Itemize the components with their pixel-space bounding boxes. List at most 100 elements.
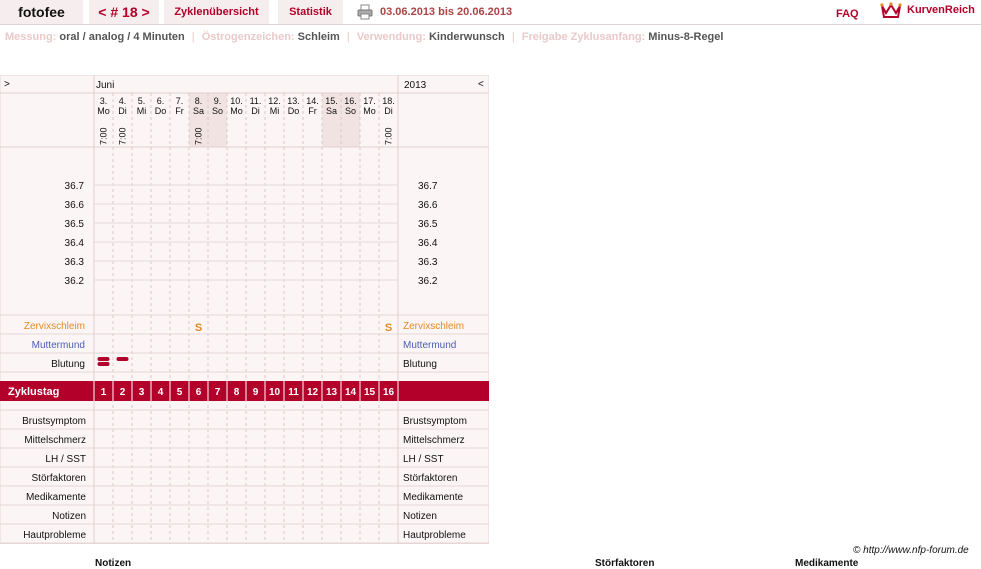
symptom-label-left[interactable]: LH / SST xyxy=(45,454,86,465)
copyright-text: © http://www.nfp-forum.de xyxy=(853,545,969,556)
zervix-label-left: Zervixschleim xyxy=(24,321,85,332)
brand-name[interactable]: fotofee xyxy=(0,0,83,24)
printer-icon[interactable] xyxy=(357,4,373,20)
info-label-verwendung: Verwendung: xyxy=(356,31,426,43)
cycle-day-number: 6 xyxy=(196,387,202,398)
month-label: Juni xyxy=(96,80,114,91)
top-bar: fotofee < # 18 > Zyklenübersicht Statist… xyxy=(0,0,981,25)
day-weekday: Mo xyxy=(97,106,110,116)
blutung-mark xyxy=(116,357,129,361)
temp-label-left: 36.3 xyxy=(65,257,85,268)
temp-label-right: 36.6 xyxy=(418,200,438,211)
blutung-mark xyxy=(97,357,110,361)
logo-text[interactable]: KurvenReich xyxy=(907,0,975,20)
footer-label-notizen: Notizen xyxy=(95,558,132,569)
temp-label-left: 36.2 xyxy=(65,276,85,287)
footer-label-medikamente: Medikamente xyxy=(795,558,859,569)
day-weekday: So xyxy=(345,106,356,116)
temp-label-right: 36.4 xyxy=(418,238,438,249)
day-date: 4. xyxy=(119,96,127,106)
cycle-day-number: 10 xyxy=(269,387,281,398)
day-weekday: Sa xyxy=(193,106,204,116)
symptom-label-left[interactable]: Störfaktoren xyxy=(32,473,86,484)
day-weekday: Do xyxy=(288,106,300,116)
cycle-nav[interactable]: < # 18 > xyxy=(89,0,159,24)
day-weekday: Mo xyxy=(230,106,243,116)
blutung-label-left: Blutung xyxy=(51,359,85,370)
symptom-label-right[interactable]: Hautprobleme xyxy=(403,530,466,541)
zervix-mark: S xyxy=(195,322,202,334)
info-value-oestrogen: Schleim xyxy=(297,31,340,43)
info-value-freigabe: Minus-8-Regel xyxy=(648,31,724,43)
symptom-label-left[interactable]: Medikamente xyxy=(26,492,86,503)
symptom-label-right[interactable]: Brustsymptom xyxy=(403,416,467,427)
day-date: 5. xyxy=(138,96,146,106)
cycle-day-number: 14 xyxy=(345,387,357,398)
temp-label-left: 36.4 xyxy=(65,238,85,249)
tab-zyklenuebersicht[interactable]: Zyklenübersicht xyxy=(164,0,269,24)
date-range: 03.06.2013 bis 20.06.2013 xyxy=(380,6,513,18)
day-date: 12. xyxy=(268,96,281,106)
temp-label-left: 36.5 xyxy=(65,219,85,230)
symptom-label-right[interactable]: Notizen xyxy=(403,511,437,522)
cycle-day-number: 15 xyxy=(364,387,376,398)
symptom-label-left[interactable]: Hautprobleme xyxy=(23,530,86,541)
info-label-oestrogen: Östrogenzeichen: xyxy=(201,31,295,43)
crown-logo-icon xyxy=(880,2,902,18)
tab-statistik[interactable]: Statistik xyxy=(278,0,343,24)
cycle-day-number: 7 xyxy=(215,387,221,398)
day-date: 6. xyxy=(157,96,165,106)
day-weekday: Do xyxy=(155,106,167,116)
day-date: 15. xyxy=(325,96,338,106)
day-date: 7. xyxy=(176,96,184,106)
cycle-day-number: 5 xyxy=(177,387,183,398)
day-date: 16. xyxy=(344,96,357,106)
day-weekday: Mi xyxy=(270,106,280,116)
day-date: 8. xyxy=(195,96,203,106)
symptom-label-left[interactable]: Mittelschmerz xyxy=(24,435,86,446)
symptom-label-right[interactable]: Medikamente xyxy=(403,492,463,503)
blutung-label-right: Blutung xyxy=(403,359,437,370)
day-date: 10. xyxy=(230,96,243,106)
faq-link[interactable]: FAQ xyxy=(836,4,859,24)
blutung-mark xyxy=(97,362,110,366)
cycle-chart: > Juni 2013 <3.Mo7:004.Di7:005.Mi6.Do7.Fr8.… xyxy=(0,75,489,544)
zyklustag-label: Zyklustag xyxy=(8,386,59,398)
day-weekday: Fr xyxy=(308,106,317,116)
symptom-label-left[interactable]: Notizen xyxy=(52,511,86,522)
day-weekday: Fr xyxy=(175,106,184,116)
nav-prev-arrow[interactable]: > xyxy=(4,79,10,90)
day-weekday: Sa xyxy=(326,106,337,116)
day-date: 9. xyxy=(214,96,222,106)
info-value-verwendung: Kinderwunsch xyxy=(428,31,505,43)
day-weekday: Di xyxy=(118,106,127,116)
temp-label-right: 36.2 xyxy=(418,276,438,287)
info-label-messung: Messung: xyxy=(5,31,57,43)
day-weekday: Mi xyxy=(137,106,147,116)
day-date: 14. xyxy=(306,96,319,106)
measurement-time: 7:00 xyxy=(118,127,128,145)
day-date: 18. xyxy=(382,96,395,106)
symptom-label-right[interactable]: Mittelschmerz xyxy=(403,435,465,446)
temp-label-left: 36.6 xyxy=(65,200,85,211)
cycle-day-number: 2 xyxy=(120,387,126,398)
symptom-label-left[interactable]: Brustsymptom xyxy=(22,416,86,427)
symptom-label-right[interactable]: Störfaktoren xyxy=(403,473,457,484)
zervix-label-right: Zervixschleim xyxy=(403,321,464,332)
measurement-time: 7:00 xyxy=(99,127,109,145)
cycle-day-number: 3 xyxy=(139,387,145,398)
measurement-time: 7:00 xyxy=(384,127,394,145)
measurement-info-bar: Messung: oral / analog / 4 Minuten | Öst… xyxy=(5,31,724,43)
nav-next-arrow[interactable]: < xyxy=(478,79,484,90)
cycle-day-number: 4 xyxy=(158,387,164,398)
footer-label-stoerfaktoren: Störfaktoren xyxy=(595,558,655,569)
year-label: 2013 xyxy=(404,80,427,91)
zervix-mark: S xyxy=(385,322,392,334)
symptom-label-right[interactable]: LH / SST xyxy=(403,454,444,465)
day-date: 17. xyxy=(363,96,376,106)
day-weekday: Di xyxy=(384,106,393,116)
day-date: 3. xyxy=(100,96,108,106)
temp-label-right: 36.3 xyxy=(418,257,438,268)
zyklustag-bar xyxy=(0,381,489,401)
cycle-day-number: 8 xyxy=(234,387,240,398)
